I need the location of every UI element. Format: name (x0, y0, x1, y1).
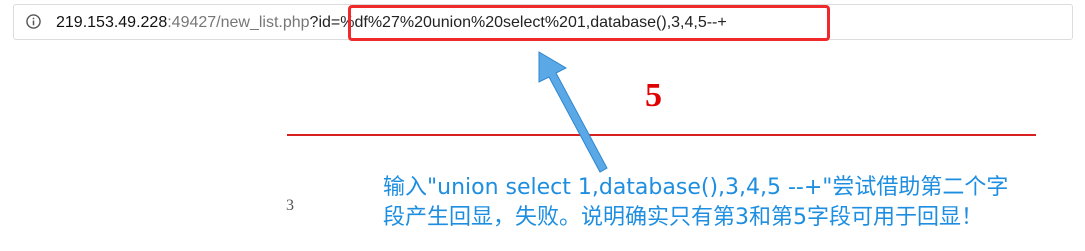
annotation-text: 输入"union select 1,database(),3,4,5 --+"尝… (383, 173, 1083, 233)
annotation-line-1: 输入"union select 1,database(),3,4,5 --+"尝… (383, 175, 1009, 200)
annotation-line-2: 段产生回显，失败。说明确实只有第3和第5字段可用于回显！ (383, 205, 983, 230)
